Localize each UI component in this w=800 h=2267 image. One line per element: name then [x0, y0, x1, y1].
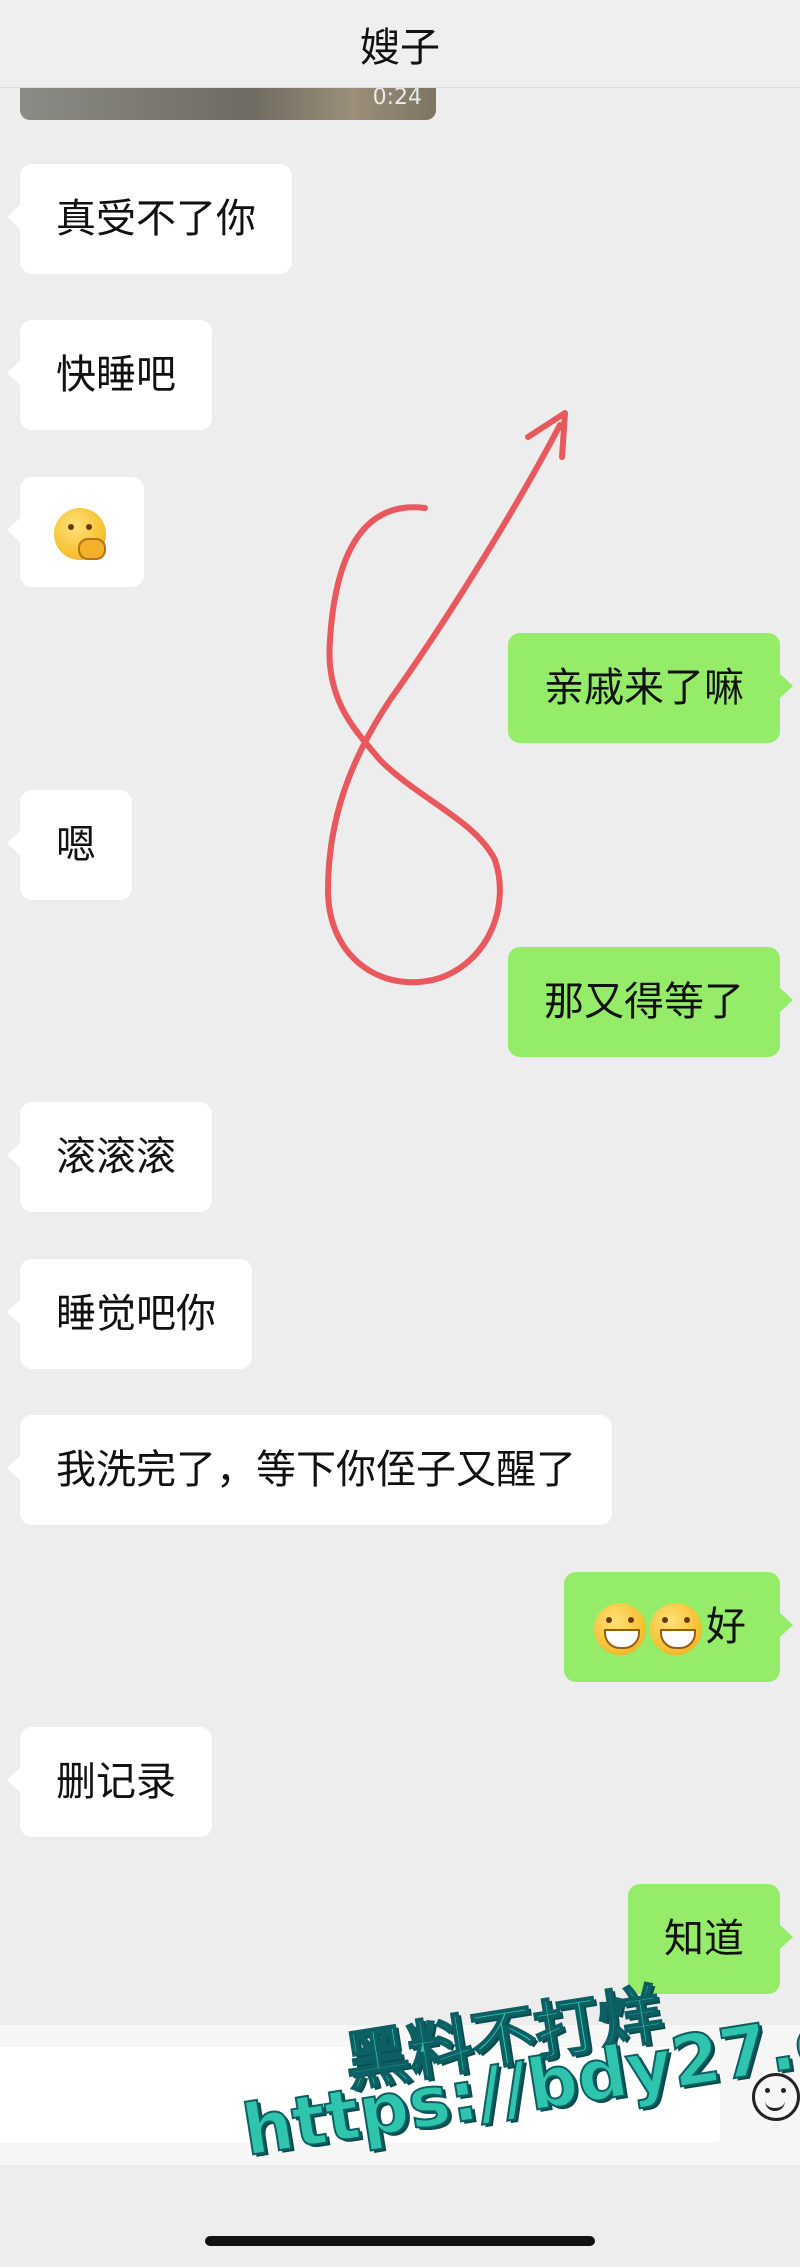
- message-input[interactable]: [0, 2047, 720, 2143]
- message-bubble[interactable]: 亲戚来了嘛: [508, 633, 793, 743]
- message-bubble[interactable]: 知道: [628, 1884, 793, 1994]
- message-bubble[interactable]: [7, 477, 144, 587]
- message-bubble[interactable]: 滚滚滚: [7, 1102, 212, 1212]
- message-bubble[interactable]: 快睡吧: [7, 320, 212, 430]
- message-text: 好: [706, 1604, 746, 1650]
- message-outgoing: 那又得等了: [508, 947, 793, 1057]
- home-indicator[interactable]: [205, 2236, 595, 2246]
- message-bubble[interactable]: 我洗完了，等下你侄子又醒了: [7, 1415, 612, 1525]
- message-outgoing: 知道: [628, 1884, 793, 1994]
- message-incoming: 快睡吧: [7, 320, 212, 430]
- input-bar: [0, 2025, 800, 2165]
- message-incoming: 嗯: [7, 790, 132, 900]
- annotation-arrowhead: [525, 410, 568, 460]
- message-bubble[interactable]: 睡觉吧你: [7, 1259, 252, 1369]
- grin-emoji-icon: [650, 1603, 702, 1655]
- message-bubble[interactable]: 真受不了你: [7, 164, 292, 274]
- message-incoming: 我洗完了，等下你侄子又醒了: [7, 1415, 612, 1525]
- message-incoming: 睡觉吧你: [7, 1259, 252, 1369]
- message-incoming: 删记录: [7, 1727, 212, 1837]
- message-incoming: 真受不了你: [7, 164, 292, 274]
- video-duration: 0:24: [372, 85, 422, 110]
- message-outgoing: 好: [564, 1572, 793, 1682]
- chat-header: 嫂子: [0, 0, 800, 88]
- message-bubble[interactable]: 好: [564, 1572, 793, 1682]
- thinking-emoji-icon: [54, 508, 106, 560]
- message-outgoing: 亲戚来了嘛: [508, 633, 793, 743]
- smiley-icon[interactable]: [752, 2073, 800, 2121]
- contact-name: 嫂子: [360, 24, 440, 71]
- message-incoming: 滚滚滚: [7, 1102, 212, 1212]
- message-incoming: [7, 477, 144, 587]
- message-bubble[interactable]: 嗯: [7, 790, 132, 900]
- message-bubble[interactable]: 那又得等了: [508, 947, 793, 1057]
- grin-emoji-icon: [594, 1603, 646, 1655]
- message-bubble[interactable]: 删记录: [7, 1727, 212, 1837]
